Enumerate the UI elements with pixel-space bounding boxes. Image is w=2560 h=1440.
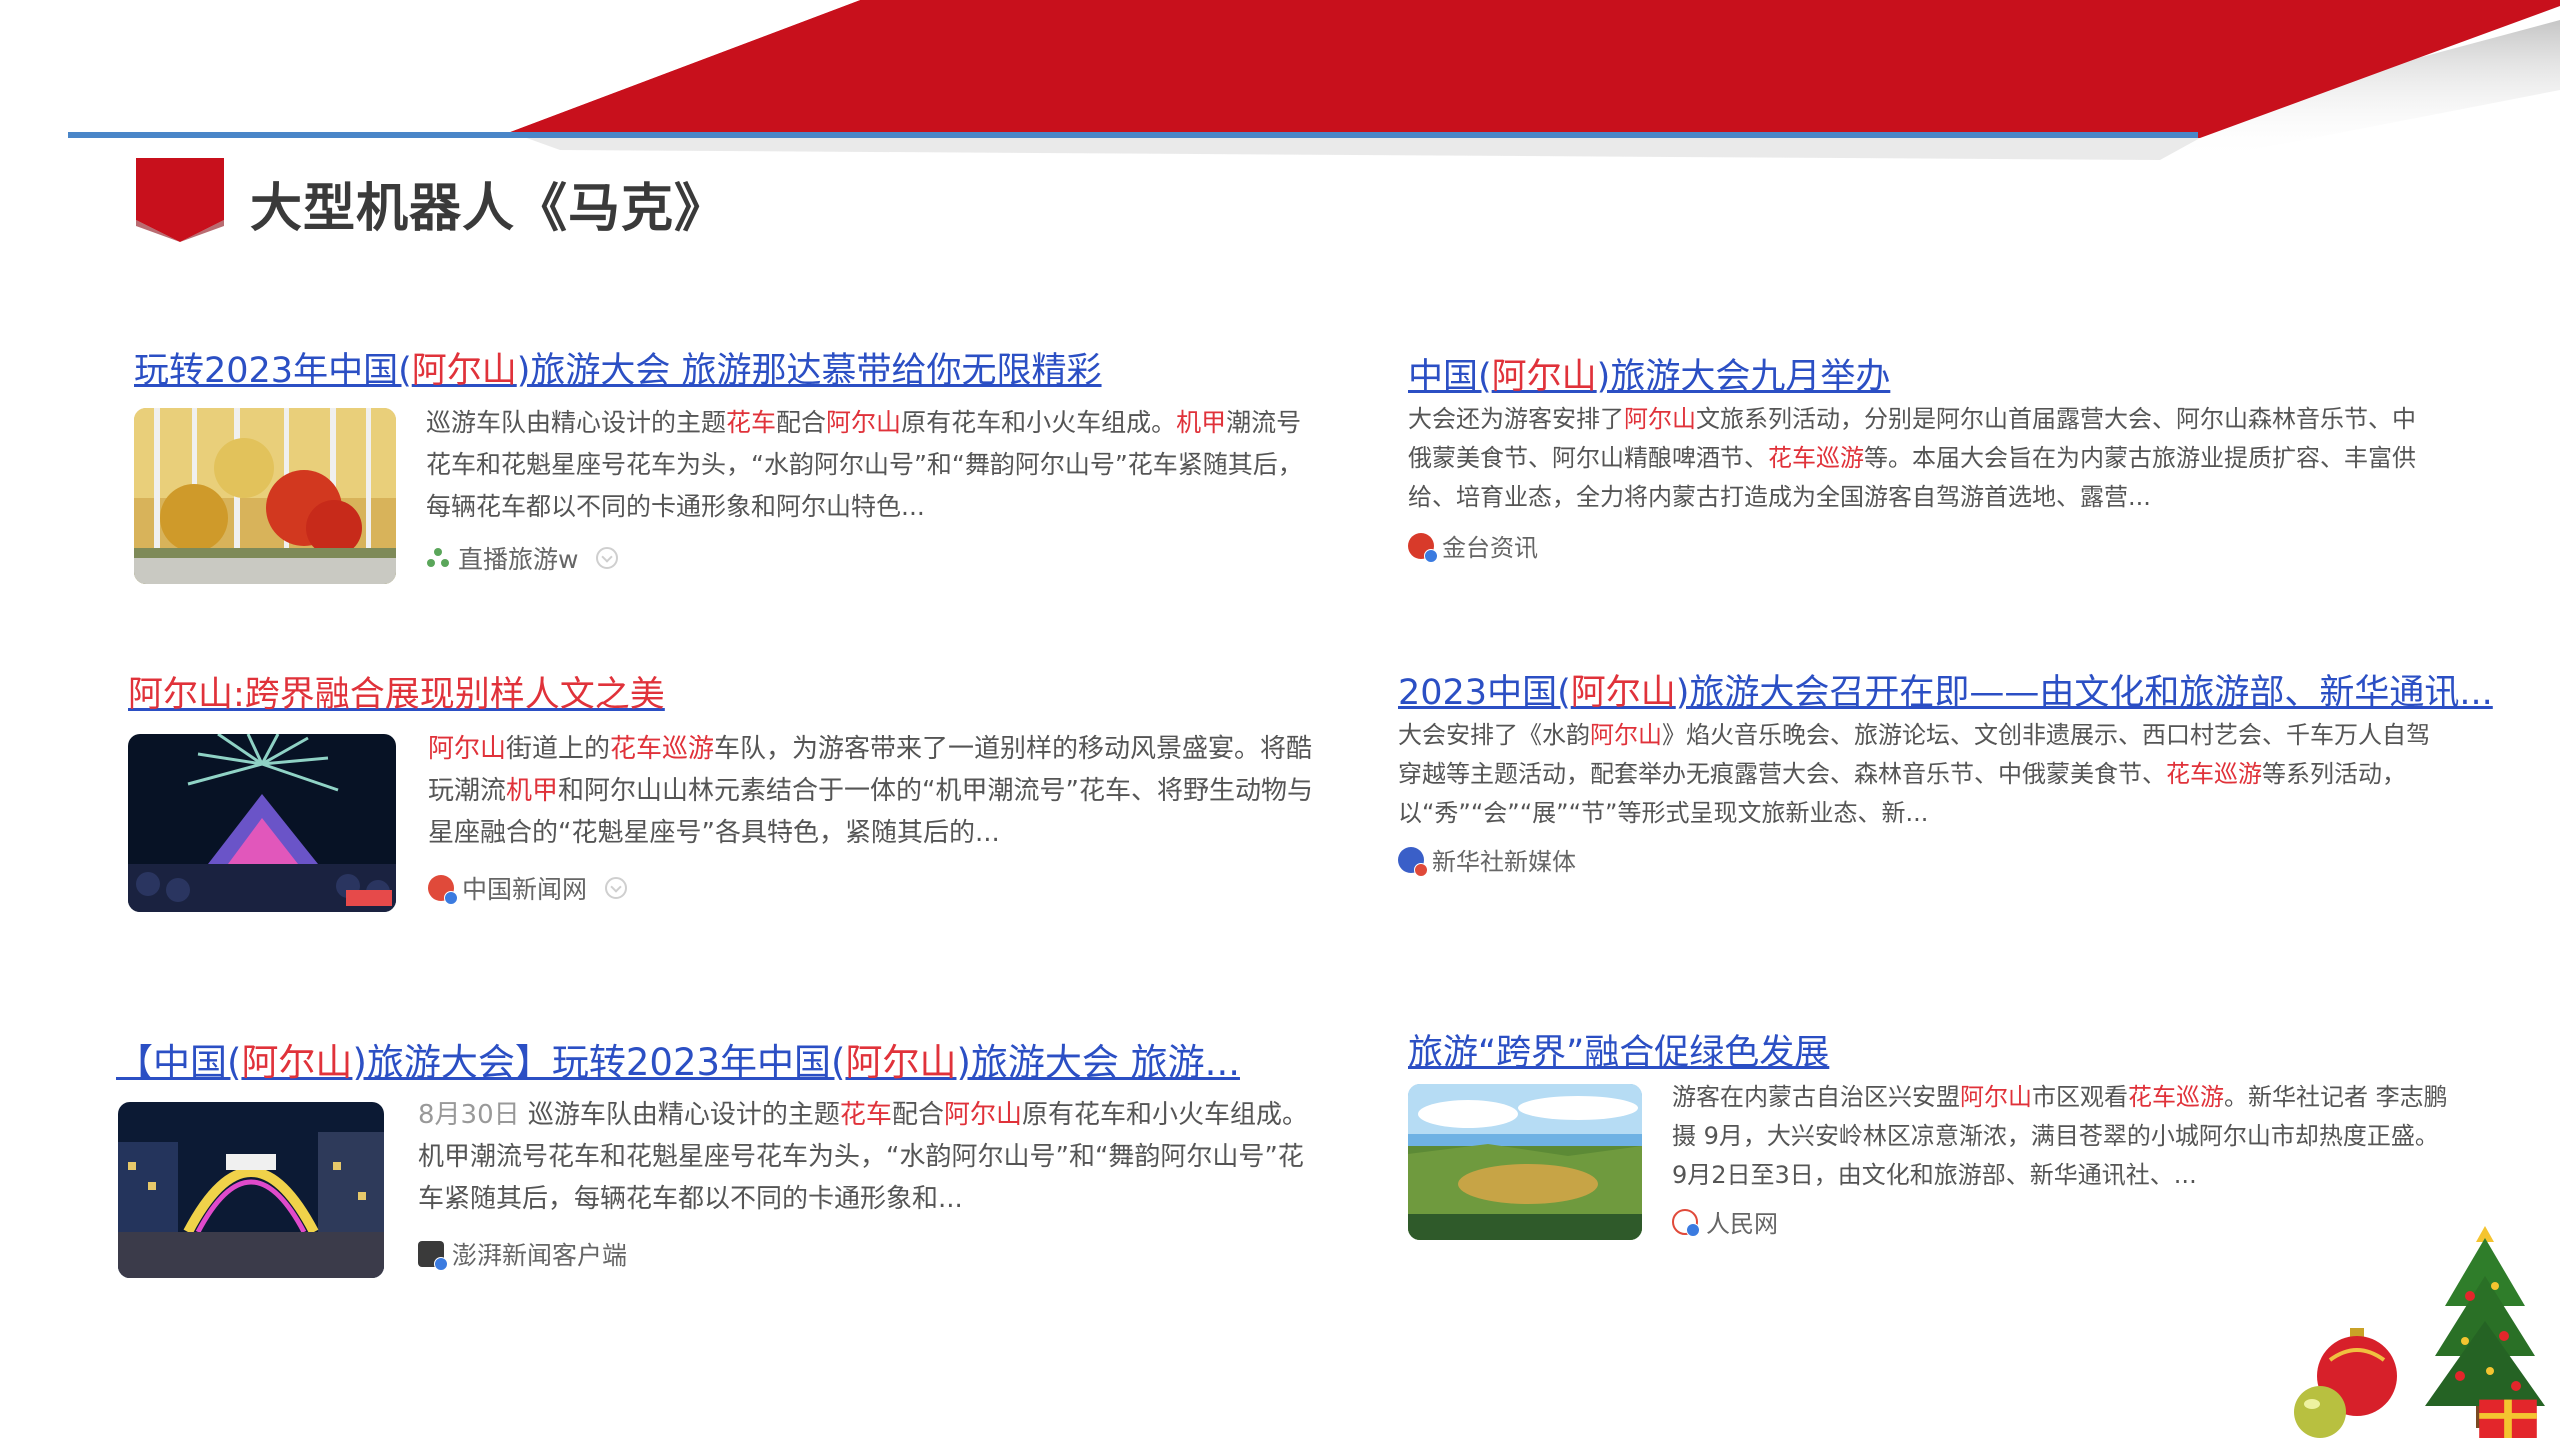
news-source-name: 澎湃新闻客户端 [452,1241,628,1270]
keyword-highlight: 花车 [839,1100,892,1130]
ornament-ball-icon [2294,1328,2397,1438]
news-source-name: 人民网 [1706,1210,1778,1238]
news-card[interactable]: 旅游“跨界”融合促绿色发展 游客在内蒙古自治区兴安盟阿尔山市区观看花车巡游。新华… [1408,1024,2458,1264]
text-run: 原有花车和小火车组成。 [901,408,1177,437]
verified-badge-icon [1414,862,1428,877]
keyword-highlight: 阿尔山 [1570,673,1676,713]
news-thumbnail[interactable] [134,408,396,584]
text-run: 巡游车队由精心设计的主题 [426,408,727,437]
gift-box-icon [2479,1399,2537,1438]
news-card[interactable]: 玩转2023年中国(阿尔山)旅游大会 旅游那达慕带给你无限精彩 巡游车队由精心设… [134,342,1314,592]
chinanews-icon [428,875,458,905]
keyword-highlight: 阿尔山 [845,1041,957,1084]
keyword-highlight: 花车巡游 [610,734,715,764]
keyword-highlight: 阿尔山 [1960,1083,2032,1111]
keyword-highlight: 机甲 [1176,408,1227,437]
news-snippet: 8月30日 巡游车队由精心设计的主题花车配合阿尔山原有花车和小火车组成。机甲潮流… [418,1094,1308,1220]
news-snippet: 游客在内蒙古自治区兴安盟阿尔山市区观看花车巡游。新华社记者 李志鹏摄 9月，大兴… [1672,1078,2452,1195]
text-run: )旅游大会 旅游那达慕带给你无限精彩 [516,351,1102,391]
news-source[interactable]: 人民网 [1672,1204,1778,1239]
news-snippet: 阿尔山街道上的花车巡游车队，为游客带来了一道别样的移动风景盛宴。将酷玩潮流机甲和… [428,728,1318,854]
news-thumbnail[interactable] [118,1102,384,1278]
news-source[interactable]: 金台资讯 [1408,528,1538,563]
xinhua-icon [1398,846,1428,877]
text-run: )旅游大会 旅游... [956,1041,1240,1084]
verified-badge-icon [444,891,458,905]
news-thumbnail[interactable] [128,734,396,912]
news-title-link[interactable]: 中国(阿尔山)旅游大会九月举办 [1408,348,1890,399]
text-run: 和阿尔山山林元素结合于一体的“机甲潮流号”花车、将野生动物与星座融合的“花魁星座… [428,776,1313,848]
text-run: )旅游大会召开在即——由文化和旅游部、新华通讯... [1675,673,2493,713]
verified-badge-icon [1686,1222,1700,1237]
text-run: )旅游大会】玩转2023年中国( [352,1041,846,1084]
news-date: 8月30日 [418,1100,528,1130]
keyword-highlight: 阿尔山 [943,1100,1022,1130]
news-card[interactable]: 中国(阿尔山)旅游大会九月举办 大会还为游客安排了阿尔山文旅系列活动，分别是阿尔… [1408,348,2458,568]
keyword-highlight: 花车巡游 [1768,444,1864,472]
text-run: 2023中国( [1398,673,1571,713]
text-run: 配合 [776,408,827,437]
news-source-name: 直播旅游w [458,545,579,574]
keyword-highlight: 花车巡游 [2128,1083,2224,1111]
keyword-highlight: 阿尔山 [241,1041,353,1084]
verified-badge-icon [1424,548,1438,563]
keyword-highlight: 花车 [726,408,777,437]
news-title-link[interactable]: 阿尔山:跨界融合展现别样人文之美 [128,666,665,717]
shield-icon [136,158,224,242]
text-run: 旅游“跨界”融合促绿色发展 [1408,1033,1830,1073]
top-banner [0,0,2560,160]
news-source-name: 金台资讯 [1442,534,1538,562]
keyword-highlight: 阿尔山 [1491,357,1597,397]
text-run: 巡游车队由精心设计的主题 [527,1100,840,1130]
text-run: 市区观看 [2032,1083,2128,1111]
text-run: )旅游大会九月举办 [1596,357,1891,397]
thepaper-icon [418,1241,448,1271]
news-source[interactable]: 直播旅游w [426,540,619,576]
jintai-icon [1408,532,1438,563]
news-snippet: 大会安排了《水韵阿尔山》焰火音乐晚会、旅游论坛、文创非遗展示、西口村艺会、千车万… [1398,716,2438,833]
news-card[interactable]: 【中国(阿尔山)旅游大会】玩转2023年中国(阿尔山)旅游大会 旅游... 8月… [116,1032,1316,1282]
keyword-highlight: 阿尔山 [826,408,902,437]
news-source-name: 中国新闻网 [462,875,588,904]
keyword-highlight: :跨界融合展现别样人文之美 [233,675,665,715]
peoplesdaily-icon [1672,1208,1700,1237]
news-card[interactable]: 阿尔山:跨界融合展现别样人文之美 阿尔山街道上的花车巡游车队，为游客带来了一道别… [128,666,1318,916]
news-snippet: 巡游车队由精心设计的主题花车配合阿尔山原有花车和小火车组成。机甲潮流号花车和花魁… [426,402,1314,528]
news-card[interactable]: 2023中国(阿尔山)旅游大会召开在即——由文化和旅游部、新华通讯... 大会安… [1398,664,2493,884]
page-title: 大型机器人《马克》 [250,179,728,239]
keyword-highlight: 阿尔山 [1624,405,1696,433]
verified-badge-icon [434,1257,448,1271]
text-run: 游客在内蒙古自治区兴安盟 [1672,1083,1960,1111]
news-source[interactable]: 新华社新媒体 [1398,842,1576,877]
text-run: 配合 [891,1100,944,1130]
keyword-highlight: 机甲 [506,776,559,806]
keyword-highlight: 阿尔山 [411,351,517,391]
text-run: 大会还为游客安排了 [1408,405,1624,433]
text-run: 中国( [1408,357,1492,397]
news-thumbnail[interactable] [1408,1084,1642,1240]
news-snippet: 大会还为游客安排了阿尔山文旅系列活动，分别是阿尔山首届露营大会、阿尔山森林音乐节… [1408,400,2438,517]
news-source[interactable]: 中国新闻网 [428,870,628,906]
text-run: 大会安排了《水韵 [1398,721,1590,749]
chevron-down-icon[interactable] [596,547,619,569]
news-title-link[interactable]: 玩转2023年中国(阿尔山)旅游大会 旅游那达慕带给你无限精彩 [134,342,1102,393]
keyword-highlight: 阿尔山 [128,675,234,715]
news-title-link[interactable]: 【中国(阿尔山)旅游大会】玩转2023年中国(阿尔山)旅游大会 旅游... [116,1032,1240,1086]
text-run: 街道上的 [506,734,611,764]
keyword-highlight: 花车巡游 [2166,760,2262,788]
text-run: 玩转2023年中国( [134,351,412,391]
chevron-down-icon[interactable] [605,877,628,899]
grid-icon [426,546,450,570]
news-source-name: 新华社新媒体 [1432,848,1576,876]
keyword-highlight: 阿尔山 [1590,721,1662,749]
news-title-link[interactable]: 旅游“跨界”融合促绿色发展 [1408,1024,1829,1075]
news-source[interactable]: 澎湃新闻客户端 [418,1236,627,1272]
text-run: 【中国( [116,1041,242,1084]
keyword-highlight: 阿尔山 [428,734,507,764]
news-title-link[interactable]: 2023中国(阿尔山)旅游大会召开在即——由文化和旅游部、新华通讯... [1398,664,2493,715]
